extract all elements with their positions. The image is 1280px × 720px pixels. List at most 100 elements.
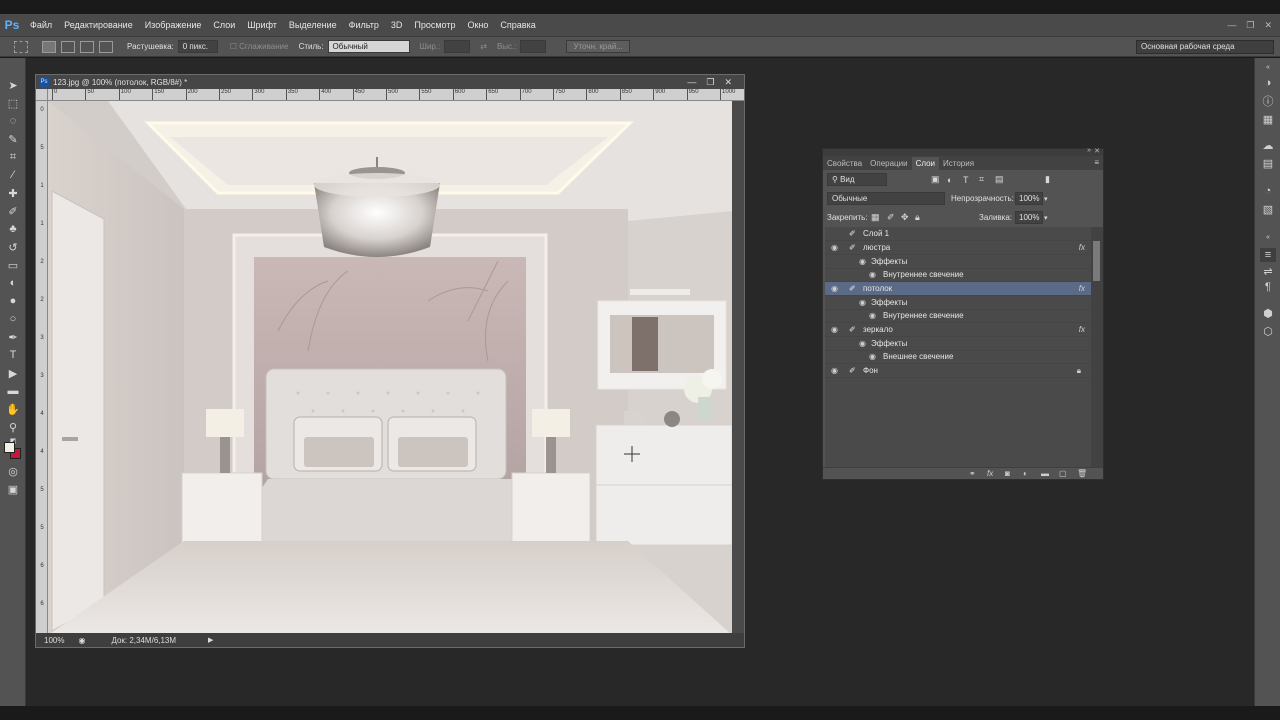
foreground-color-swatch[interactable] <box>4 442 15 453</box>
add-style-icon[interactable]: fx <box>987 469 993 478</box>
subtract-selection-icon[interactable] <box>80 40 94 53</box>
filter-smart-icon[interactable]: ▤ <box>995 174 1004 185</box>
swap-icon[interactable]: ⇄ <box>480 42 487 51</box>
dodge-tool-icon[interactable]: ○ <box>5 312 21 326</box>
filter-shape-icon[interactable]: ⌗ <box>979 174 984 185</box>
horizontal-ruler[interactable]: 0 50 100 150 200 250 300 350 400 450 500 550 600 650 7… <box>48 89 744 101</box>
paragraph-panel-icon[interactable]: ¶ <box>1260 280 1276 294</box>
panel-collapse-icon[interactable]: » <box>1087 147 1091 154</box>
layer-row[interactable]: ◉ ✐ Фон 🔒︎ <box>825 364 1091 378</box>
pen-tool-icon[interactable]: ✒ <box>5 330 21 344</box>
opacity-input[interactable]: 100% <box>1015 192 1043 205</box>
brush-tool-icon[interactable]: ✐ <box>5 204 21 218</box>
layer-fx-icon[interactable]: fx <box>1079 284 1085 293</box>
type-tool-icon[interactable]: T <box>5 348 21 362</box>
timeline-panel-icon[interactable]: ⬡ <box>1260 324 1276 338</box>
zoom-level[interactable]: 100% <box>44 636 64 645</box>
status-menu-arrow-icon[interactable]: ▶ <box>208 636 213 644</box>
eraser-tool-icon[interactable]: ▭ <box>5 258 21 272</box>
menu-item-10[interactable]: Справка <box>494 14 541 36</box>
visibility-eye-icon[interactable]: ◉ <box>831 325 838 334</box>
lock-transparent-icon[interactable]: ▦ <box>871 212 880 223</box>
adjustments-panel-icon[interactable]: ◔ <box>1260 184 1276 198</box>
filter-type-icon[interactable]: T <box>963 175 969 185</box>
gradient-tool-icon[interactable]: ◐ <box>5 276 21 290</box>
crop-tool-icon[interactable]: ⌗ <box>5 150 21 164</box>
layer-effects-row[interactable]: ◉ Эффекты <box>825 255 1091 269</box>
lock-pixels-icon[interactable]: ✐ <box>887 212 895 223</box>
menu-item-0[interactable]: Файл <box>24 14 58 36</box>
marquee-preset-icon[interactable] <box>14 40 28 53</box>
move-tool-icon[interactable]: ➤ <box>5 78 21 92</box>
menu-item-7[interactable]: 3D <box>385 14 409 36</box>
effect-eye-icon[interactable]: ◉ <box>869 352 876 361</box>
new-selection-icon[interactable] <box>42 40 56 53</box>
visibility-eye-icon[interactable]: ◉ <box>831 366 838 375</box>
tab-history[interactable]: История <box>939 157 978 170</box>
document-titlebar[interactable]: Ps 123.jpg @ 100% (потолок, RGB/8#) * — … <box>36 75 744 89</box>
menu-item-9[interactable]: Окно <box>461 14 494 36</box>
status-info-icon[interactable]: ◉ <box>78 636 85 645</box>
zoom-tool-icon[interactable]: ⚲ <box>5 420 21 434</box>
layer-row[interactable]: ✐ Слой 1 <box>825 227 1091 241</box>
layers-panel-icon[interactable]: ≡ <box>1260 248 1276 262</box>
info-panel-icon[interactable]: ⓘ <box>1260 94 1276 108</box>
menu-item-4[interactable]: Шрифт <box>241 14 283 36</box>
menu-item-6[interactable]: Фильтр <box>343 14 385 36</box>
layer-fx-icon[interactable]: fx <box>1079 243 1085 252</box>
tab-layers[interactable]: Слои <box>911 157 940 170</box>
character-panel-icon[interactable]: ⇌ <box>1260 264 1276 278</box>
layer-effects-row[interactable]: ◉ Эффекты <box>825 337 1091 351</box>
quick-select-tool-icon[interactable]: ✎ <box>5 132 21 146</box>
path-select-tool-icon[interactable]: ▶ <box>5 366 21 380</box>
panel-menu-icon[interactable]: ≡ <box>1094 158 1099 167</box>
layer-effect-row[interactable]: ◉ Внешнее свечение <box>825 351 1091 364</box>
lasso-tool-icon[interactable]: ◌ <box>5 114 21 128</box>
effect-eye-icon[interactable]: ◉ <box>859 298 866 307</box>
add-mask-icon[interactable]: ◙ <box>1005 469 1010 478</box>
antialias-checkbox[interactable]: ☐ Сглаживание <box>230 42 289 51</box>
new-group-icon[interactable]: ▬ <box>1041 469 1049 478</box>
layer-effect-row[interactable]: ◉ Внутреннее свечение <box>825 269 1091 282</box>
panel-close-icon[interactable]: ✕ <box>1094 147 1100 155</box>
refine-edge-button[interactable]: Уточн. край... <box>566 40 630 53</box>
vertical-ruler[interactable]: 0 5 1 1 2 2 3 3 4 4 5 5 6 6 <box>36 101 48 635</box>
dock-collapse-icon[interactable]: « <box>1260 60 1276 74</box>
tab-properties[interactable]: Свойства <box>823 157 866 170</box>
add-selection-icon[interactable] <box>61 40 75 53</box>
visibility-eye-icon[interactable]: ◉ <box>831 284 838 293</box>
eyedropper-tool-icon[interactable]: ⁄ <box>5 168 21 182</box>
tab-actions[interactable]: Операции <box>866 157 911 170</box>
quick-mask-icon[interactable]: ◎ <box>5 464 21 478</box>
layers-scrollbar[interactable] <box>1091 227 1103 467</box>
document-canvas[interactable] <box>48 101 732 635</box>
layer-row[interactable]: ◉ ✐ зеркало fx <box>825 323 1091 337</box>
new-layer-icon[interactable]: ▢ <box>1059 469 1067 478</box>
visibility-eye-icon[interactable]: ◉ <box>831 243 838 252</box>
document-minimize-button[interactable]: — <box>687 77 696 87</box>
shape-tool-icon[interactable]: ▬ <box>5 384 21 398</box>
menu-item-1[interactable]: Редактирование <box>58 14 139 36</box>
blur-tool-icon[interactable]: ● <box>5 294 21 308</box>
fill-dropdown-icon[interactable]: ▾ <box>1044 214 1048 222</box>
layers-scroll-thumb[interactable] <box>1093 241 1100 281</box>
bedroom-photo[interactable] <box>48 101 732 635</box>
swatches-panel-icon[interactable]: ▦ <box>1260 112 1276 126</box>
healing-tool-icon[interactable]: ✚ <box>5 186 21 200</box>
document-vertical-scrollbar[interactable] <box>732 101 744 635</box>
workspace-select[interactable]: Основная рабочая среда <box>1136 40 1274 54</box>
fill-input[interactable]: 100% <box>1015 211 1043 224</box>
width-input[interactable] <box>444 40 471 53</box>
effect-eye-icon[interactable]: ◉ <box>859 257 866 266</box>
menu-item-3[interactable]: Слои <box>207 14 241 36</box>
history-brush-tool-icon[interactable]: ↺ <box>5 240 21 254</box>
close-button[interactable]: ✕ <box>1264 20 1272 31</box>
restore-button[interactable]: ❐ <box>1246 20 1254 31</box>
delete-layer-icon[interactable]: 🗑︎ <box>1077 469 1087 478</box>
effect-eye-icon[interactable]: ◉ <box>869 311 876 320</box>
new-adjustment-icon[interactable]: ◐ <box>1023 469 1028 478</box>
menu-item-8[interactable]: Просмотр <box>408 14 461 36</box>
stamp-tool-icon[interactable]: ♣ <box>5 222 21 236</box>
document-close-button[interactable]: ✕ <box>724 77 732 88</box>
layer-row[interactable]: ◉ ✐ потолок fx <box>825 282 1091 296</box>
